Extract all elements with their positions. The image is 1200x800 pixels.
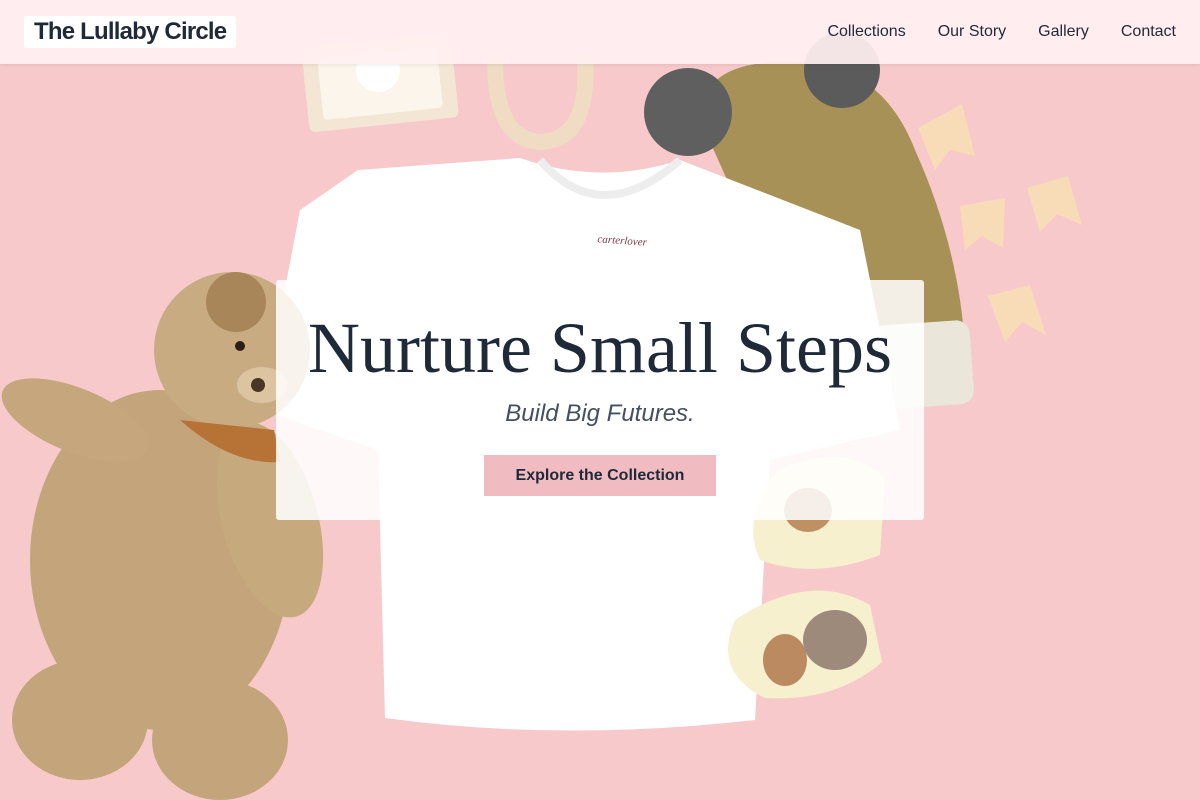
hero-title: Nurture Small Steps xyxy=(308,308,892,388)
nav-link-our-story[interactable]: Our Story xyxy=(938,23,1006,41)
explore-collection-button[interactable]: Explore the Collection xyxy=(484,455,716,496)
hero-card: Nurture Small Steps Build Big Futures. E… xyxy=(276,280,924,520)
brand-logo[interactable]: The Lullaby Circle xyxy=(24,16,237,48)
hero-subtitle: Build Big Futures. xyxy=(505,400,695,427)
nav-link-gallery[interactable]: Gallery xyxy=(1038,23,1089,41)
nav-link-contact[interactable]: Contact xyxy=(1121,23,1176,41)
primary-nav: Collections Our Story Gallery Contact xyxy=(795,0,1176,64)
top-navigation-bar: The Lullaby Circle Collections Our Story… xyxy=(0,0,1200,64)
nav-link-collections[interactable]: Collections xyxy=(827,23,905,41)
